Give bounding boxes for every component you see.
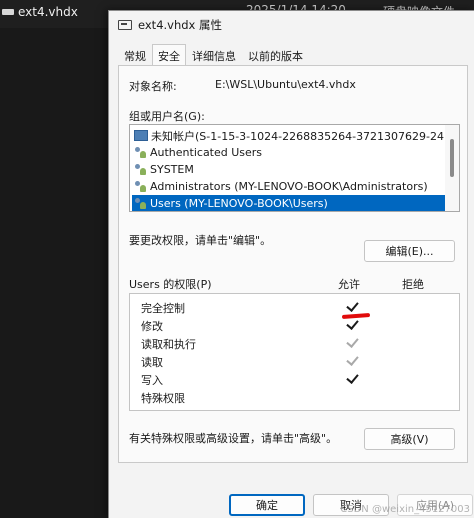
user-group-icon bbox=[134, 146, 147, 159]
permission-row: 读取 bbox=[130, 352, 459, 370]
principal-list[interactable]: 未知帐户(S-1-15-3-1024-2268835264-3721307629… bbox=[129, 124, 460, 212]
check-icon bbox=[344, 299, 360, 315]
permission-name: 读取 bbox=[141, 356, 163, 369]
user-group-icon bbox=[134, 180, 147, 193]
permission-row: 特殊权限 bbox=[130, 388, 459, 406]
check-icon bbox=[344, 371, 360, 387]
permission-row: 读取和执行 bbox=[130, 334, 459, 352]
explorer-file-entry[interactable]: ext4.vhdx bbox=[2, 3, 78, 21]
permission-row: 完全控制 bbox=[130, 298, 459, 319]
tab-strip: 常规 安全 详细信息 以前的版本 bbox=[118, 44, 309, 66]
principal-list-scrollbar[interactable] bbox=[445, 125, 459, 211]
permission-name: 完全控制 bbox=[141, 302, 185, 315]
principal-name: SYSTEM bbox=[150, 163, 194, 176]
permissions-list: 完全控制 修改 读取和执行 读取 写入 特殊权限 bbox=[129, 293, 460, 411]
watermark: CSDN @weixin_45127003 bbox=[340, 504, 470, 515]
tab-security[interactable]: 安全 bbox=[152, 44, 186, 66]
inherited-check-icon bbox=[344, 335, 360, 351]
object-name-label: 对象名称: bbox=[129, 80, 177, 93]
edit-button[interactable]: 编辑(E)... bbox=[364, 240, 455, 262]
list-item[interactable]: Users (MY-LENOVO-BOOK\Users) bbox=[132, 195, 445, 211]
check-icon bbox=[344, 317, 360, 333]
permissions-title: Users 的权限(P) bbox=[129, 278, 212, 291]
group-or-user-label: 组或用户名(G): bbox=[129, 110, 205, 123]
dialog-title: ext4.vhdx 属性 bbox=[138, 17, 223, 32]
permission-row: 修改 bbox=[130, 316, 459, 334]
inherited-check-icon bbox=[344, 353, 360, 369]
dialog-titlebar[interactable]: ext4.vhdx 属性 bbox=[109, 11, 474, 38]
scrollbar-thumb[interactable] bbox=[450, 139, 454, 177]
edit-hint: 要更改权限，请单击"编辑"。 bbox=[129, 234, 272, 247]
principal-name: Users (MY-LENOVO-BOOK\Users) bbox=[150, 197, 328, 210]
properties-dialog: ext4.vhdx 属性 常规 安全 详细信息 以前的版本 对象名称: E:\W… bbox=[108, 10, 474, 518]
security-panel: 对象名称: E:\WSL\Ubuntu\ext4.vhdx 组或用户名(G): … bbox=[118, 65, 468, 463]
advanced-button[interactable]: 高级(V) bbox=[364, 428, 455, 450]
list-item[interactable]: Administrators (MY-LENOVO-BOOK\Administr… bbox=[132, 178, 445, 195]
list-item[interactable]: Authenticated Users bbox=[132, 144, 445, 161]
tab-previous-versions[interactable]: 以前的版本 bbox=[242, 44, 309, 65]
drive-file-icon bbox=[2, 9, 14, 15]
user-group-icon bbox=[134, 163, 147, 176]
permission-name: 写入 bbox=[141, 374, 163, 387]
list-item[interactable]: SYSTEM bbox=[132, 161, 445, 178]
allow-column-header: 允许 bbox=[338, 278, 360, 291]
permission-name: 修改 bbox=[141, 320, 163, 333]
advanced-hint: 有关特殊权限或高级设置，请单击"高级"。 bbox=[129, 432, 338, 445]
user-group-icon bbox=[134, 197, 147, 210]
principal-name: Authenticated Users bbox=[150, 146, 263, 159]
tab-general[interactable]: 常规 bbox=[118, 44, 152, 65]
unknown-account-icon bbox=[134, 130, 148, 141]
permission-name: 读取和执行 bbox=[141, 338, 196, 351]
explorer-pane bbox=[0, 28, 108, 518]
deny-column-header: 拒绝 bbox=[402, 278, 424, 291]
explorer-file-name: ext4.vhdx bbox=[18, 5, 78, 19]
list-item[interactable]: 未知帐户(S-1-15-3-1024-2268835264-3721307629… bbox=[132, 127, 459, 144]
permission-name: 特殊权限 bbox=[141, 392, 185, 405]
permission-row: 写入 bbox=[130, 370, 459, 388]
principal-name: 未知帐户(S-1-15-3-1024-2268835264-3721307629… bbox=[151, 129, 460, 143]
tab-details[interactable]: 详细信息 bbox=[186, 44, 242, 65]
principal-name: Administrators (MY-LENOVO-BOOK\Administr… bbox=[150, 180, 428, 193]
object-name-value: E:\WSL\Ubuntu\ext4.vhdx bbox=[215, 78, 356, 91]
drive-icon bbox=[118, 19, 132, 30]
ok-button[interactable]: 确定 bbox=[229, 494, 305, 516]
